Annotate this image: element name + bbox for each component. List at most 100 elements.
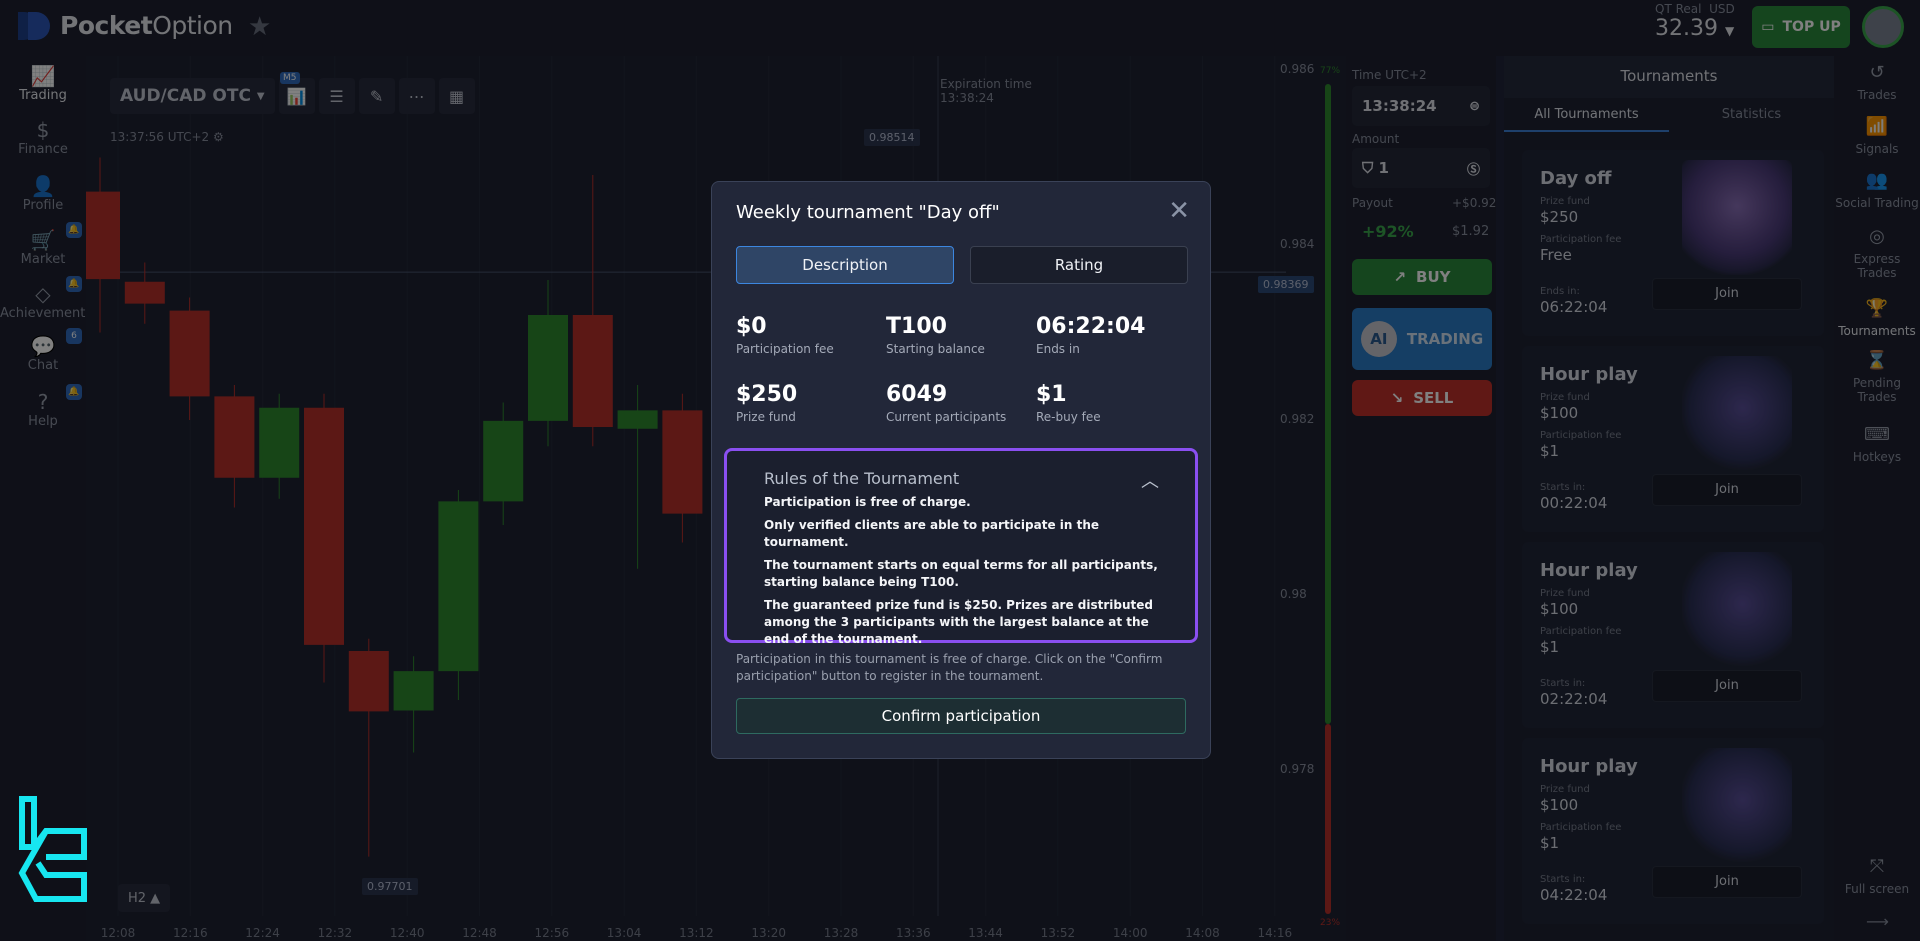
candle-body xyxy=(214,396,255,478)
indicators-icon[interactable]: ☰ xyxy=(318,78,355,114)
candle-body xyxy=(393,671,434,711)
ai-trading-button[interactable]: AI TRADING xyxy=(1352,308,1492,370)
tab-rating[interactable]: Rating xyxy=(970,246,1188,284)
time-tick: 12:40 xyxy=(389,926,425,940)
users-icon: 👥 xyxy=(1865,170,1889,191)
tab-all-tournaments[interactable]: All Tournaments xyxy=(1504,98,1669,132)
account-balance[interactable]: QT Real USD 32.39 ▼ xyxy=(1655,2,1735,41)
signal-icon: 📶 xyxy=(1865,116,1889,137)
tournament-card[interactable]: Hour play Prize fund $100 Participation … xyxy=(1522,738,1824,924)
sidebar-item-social-trading[interactable]: 👥 Social Trading xyxy=(1834,170,1920,211)
more-icon[interactable]: ⋯ xyxy=(398,78,435,114)
drawing-brush-icon[interactable]: ✎ xyxy=(358,78,395,114)
sidebar-item-trading[interactable]: 📈 Trading xyxy=(0,64,86,103)
period-selector[interactable]: H2 ▲ xyxy=(118,884,171,912)
timer-icon: ⊜ xyxy=(1469,98,1480,114)
sidebar-item-pending-trades[interactable]: ⌛ Pending Trades xyxy=(1834,352,1920,405)
candle-body xyxy=(86,191,120,280)
sidebar-item-trades[interactable]: ↺ Trades xyxy=(1834,62,1920,103)
candle-body xyxy=(259,407,300,478)
logo-mark-icon xyxy=(18,10,54,40)
confirm-participation-button[interactable]: Confirm participation xyxy=(736,698,1186,734)
favorite-star-icon[interactable]: ★ xyxy=(248,12,271,42)
time-tick: 12:16 xyxy=(173,926,208,940)
sidebar-item-label: Finance xyxy=(18,142,68,157)
high-price-label: 0.98514 xyxy=(864,129,920,146)
chevron-up-icon[interactable]: ︿ xyxy=(1141,467,1159,493)
asset-selector[interactable]: AUD/CAD OTC ▼ xyxy=(110,78,275,114)
join-button[interactable]: Join xyxy=(1652,474,1802,506)
chevron-down-icon: ▼ xyxy=(1724,24,1735,38)
candle-body xyxy=(617,410,658,429)
chart-clock: 13:37:56 UTC+2 ⚙ xyxy=(110,130,224,144)
arrow-up-right-icon: ↗ xyxy=(1393,268,1407,286)
trophy-icon: 🏆 xyxy=(1865,298,1889,319)
tournament-card[interactable]: Day off Prize fund $250 Participation fe… xyxy=(1522,150,1824,336)
time-tick: 13:36 xyxy=(896,926,931,940)
sidebar-item-finance[interactable]: $ Finance xyxy=(0,118,86,157)
join-button[interactable]: Join xyxy=(1652,278,1802,310)
notification-badge: 🔔 xyxy=(66,222,82,238)
pocket-option-logo[interactable]: PocketOption xyxy=(18,10,233,40)
participation-note: Participation in this tournament is free… xyxy=(736,652,1163,683)
expiration-time-input[interactable]: 13:38:24 ⊜ xyxy=(1352,86,1490,126)
time-tick: 12:24 xyxy=(245,926,280,940)
candle-body xyxy=(304,407,344,645)
rule-item: The tournament starts on equal terms for… xyxy=(764,558,1158,589)
fullscreen-button[interactable]: ⤧ Full screen xyxy=(1834,858,1920,897)
price-tick: 0.986 xyxy=(1280,62,1315,76)
sidebar-item-tournaments[interactable]: 🏆 Tournaments xyxy=(1834,298,1920,339)
sidebar-item-label: Profile xyxy=(22,198,64,213)
dollar-icon: $ xyxy=(36,118,50,142)
rule-item: Only verified clients are able to partic… xyxy=(764,518,1100,549)
join-button[interactable]: Join xyxy=(1652,670,1802,702)
sidebar-item-signals[interactable]: 📶 Signals xyxy=(1834,116,1920,157)
sidebar-item-label: Achievements xyxy=(0,306,93,321)
time-tick: 13:20 xyxy=(751,926,786,940)
sidebar-item-profile[interactable]: 👤 Profile xyxy=(0,174,86,213)
arrow-right-icon[interactable]: ⟶ xyxy=(1866,912,1889,931)
clock-image xyxy=(1682,552,1792,667)
expiration-label: Expiration time 13:38:24 xyxy=(940,77,1032,105)
buy-percentage: 77% xyxy=(1320,66,1341,76)
notification-badge: 🔔 xyxy=(66,276,82,292)
stat-prize-fund: $250 Prize fund xyxy=(736,382,798,424)
current-price-label: 0.98369 xyxy=(1258,276,1314,293)
wallet-icon: ▭ xyxy=(1761,19,1775,35)
tournament-card[interactable]: Hour play Prize fund $100 Participation … xyxy=(1522,542,1824,728)
sidebar-item-label: Chat xyxy=(27,358,59,373)
time-tick: 12:32 xyxy=(317,926,353,940)
time-tick: 12:08 xyxy=(100,926,136,940)
layout-grid-icon[interactable]: ▦ xyxy=(438,78,475,114)
rules-section: Rules of the Tournament ︿ Participation … xyxy=(724,448,1198,646)
sidebar-item-express-trades[interactable]: ◎ Express Trades xyxy=(1834,228,1920,281)
sentiment-buy-bar xyxy=(1325,84,1331,724)
stat-re-buy-fee: $1 Re-buy fee xyxy=(1036,382,1101,424)
top-up-button[interactable]: ▭ TOP UP xyxy=(1752,6,1850,48)
price-tick: 0.98 xyxy=(1280,587,1307,601)
top-header: PocketOption ★ QT Real USD 32.39 ▼ ▭ TOP … xyxy=(0,0,1920,56)
rule-item: Participation is free of charge. xyxy=(764,495,971,509)
tournament-card[interactable]: Hour play Prize fund $100 Participation … xyxy=(1522,346,1824,532)
candle-body xyxy=(124,281,165,304)
tournaments-title: Tournaments xyxy=(1504,56,1834,98)
tab-description[interactable]: Description xyxy=(736,246,954,284)
buy-button[interactable]: ↗ BUY xyxy=(1352,259,1492,295)
tab-statistics[interactable]: Statistics xyxy=(1669,98,1834,132)
history-icon: ↺ xyxy=(1869,62,1885,83)
time-tick: 12:48 xyxy=(462,926,497,940)
price-tick: 0.984 xyxy=(1280,237,1315,251)
avatar[interactable] xyxy=(1862,6,1904,48)
amount-input[interactable]: ⛉ 1 Ⓢ xyxy=(1352,148,1490,188)
notification-badge: 6 xyxy=(66,328,82,344)
sell-button[interactable]: ↘ SELL xyxy=(1352,380,1492,416)
candle-body xyxy=(483,420,524,502)
close-icon[interactable]: ✕ xyxy=(1168,196,1190,226)
rule-item: The guaranteed prize fund is $250. Prize… xyxy=(764,598,1153,646)
price-tick: 0.982 xyxy=(1280,412,1315,426)
sentiment-sell-bar xyxy=(1325,724,1331,914)
currency-icon: Ⓢ xyxy=(1466,162,1480,178)
candle-body xyxy=(438,501,479,672)
join-button[interactable]: Join xyxy=(1652,866,1802,898)
sidebar-item-hotkeys[interactable]: ⌨ Hotkeys xyxy=(1834,426,1920,465)
